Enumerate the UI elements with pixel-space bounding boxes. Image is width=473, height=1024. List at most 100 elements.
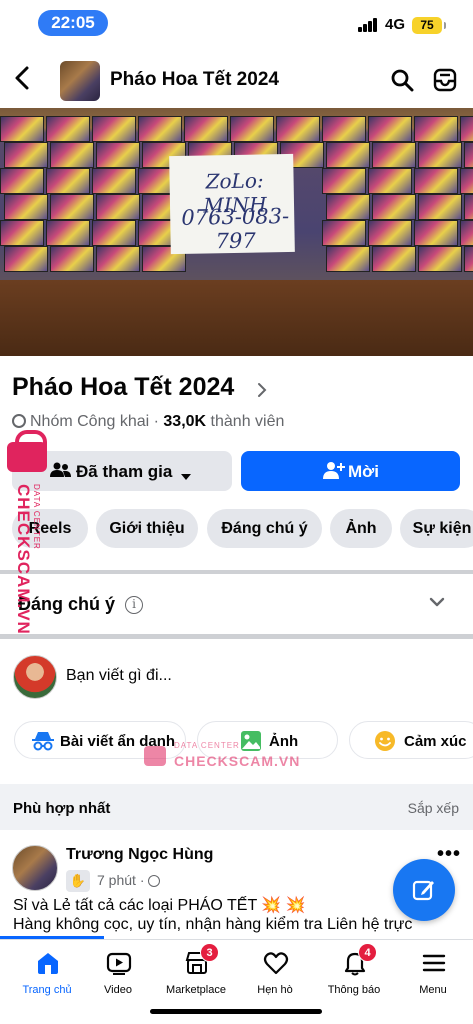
firework-box — [46, 116, 90, 142]
firework-box — [92, 168, 136, 194]
video-icon — [106, 952, 132, 975]
anonymous-post-chip[interactable]: Bài viết ẩn danh — [14, 721, 186, 759]
section-divider — [0, 570, 473, 574]
firework-box — [418, 246, 462, 272]
firework-box — [322, 168, 366, 194]
info-icon[interactable]: i — [125, 596, 143, 614]
more-options-icon[interactable]: ••• — [437, 843, 461, 866]
firework-box — [46, 168, 90, 194]
member-count[interactable]: 33,0K — [163, 413, 206, 430]
firework-box — [96, 246, 140, 272]
feeling-label: Cảm xúc — [404, 733, 467, 750]
firework-box — [368, 168, 412, 194]
firework-box — [50, 194, 94, 220]
group-tabs: Reels Giới thiệu Đáng chú ý Ảnh Sự kiện — [12, 509, 473, 549]
caret-down-icon — [180, 466, 192, 486]
group-members-icon — [50, 462, 72, 483]
firework-box — [96, 194, 140, 220]
incognito-icon — [31, 731, 55, 755]
invite-label: Mời — [348, 462, 379, 481]
firework-box — [50, 246, 94, 272]
sort-button[interactable]: Sắp xếp — [408, 800, 459, 816]
invite-button[interactable]: Mời — [241, 451, 460, 491]
status-time: 22:05 — [38, 10, 108, 36]
home-indicator — [150, 1009, 322, 1014]
header-title[interactable]: Pháo Hoa Tết 2024 — [110, 69, 279, 91]
home-icon — [38, 953, 58, 974]
post-text-line: Sỉ và Lẻ tất cả các loại PHÁO TẾT 💥 💥 — [13, 897, 306, 914]
cover-photo[interactable]: ZoLo: MINH 0763-083-797 — [0, 108, 473, 356]
group-header: Pháo Hoa Tết 2024 — [0, 52, 473, 108]
firework-box — [460, 168, 473, 194]
firework-box — [372, 194, 416, 220]
group-meta: Nhóm Công khai · 33,0K thành viên — [12, 413, 284, 431]
post-time[interactable]: 7 phút — [97, 872, 136, 888]
pencil-icon — [412, 880, 434, 901]
firework-box — [414, 116, 458, 142]
post-text-line: Hàng không cọc, uy tín, nhận hàng kiểm t… — [13, 916, 413, 933]
sign-line-2: 0763-083-797 — [181, 204, 290, 254]
firework-box — [368, 220, 412, 246]
firework-box — [372, 246, 416, 272]
nav-menu-label: Menu — [419, 984, 447, 996]
firework-box — [414, 168, 458, 194]
compose-post-button[interactable] — [393, 859, 455, 921]
firework-box — [0, 168, 44, 194]
firework-box — [0, 116, 44, 142]
joined-label: Đã tham gia — [76, 462, 173, 481]
firework-box — [4, 142, 48, 168]
featured-title: Đáng chú ý — [18, 594, 116, 614]
firework-box — [96, 142, 140, 168]
tab-photos[interactable]: Ảnh — [330, 509, 392, 548]
firework-box — [276, 116, 320, 142]
firework-box — [46, 220, 90, 246]
firework-box — [368, 116, 412, 142]
firework-box — [326, 246, 370, 272]
firework-box — [460, 220, 473, 246]
firework-box — [4, 194, 48, 220]
smiley-icon — [374, 730, 396, 756]
feeling-chip[interactable]: Cảm xúc — [349, 721, 473, 759]
group-thumbnail[interactable] — [60, 61, 100, 101]
table-surface — [0, 280, 473, 356]
group-name[interactable]: Pháo Hoa Tết 2024 — [12, 373, 234, 402]
status-bar: 22:05 4G 75 — [0, 0, 473, 46]
firework-box — [138, 116, 182, 142]
signal-icon — [358, 18, 380, 32]
post-author-name[interactable]: Trương Ngọc Hùng — [66, 846, 213, 864]
chevron-right-icon[interactable] — [257, 378, 267, 404]
tab-about[interactable]: Giới thiệu — [96, 509, 198, 548]
firework-box — [414, 220, 458, 246]
tab-featured[interactable]: Đáng chú ý — [207, 509, 322, 548]
globe-icon — [12, 414, 26, 428]
firework-box — [50, 142, 94, 168]
heart-icon — [263, 952, 289, 975]
marketplace-badge: 3 — [200, 943, 219, 962]
sort-bar: Phù hợp nhất Sắp xếp — [0, 784, 473, 830]
joined-button[interactable]: Đã tham gia — [12, 451, 232, 491]
firework-box — [418, 194, 462, 220]
network-label: 4G — [385, 16, 406, 33]
nav-menu[interactable]: Menu — [386, 940, 473, 1000]
firework-box — [326, 194, 370, 220]
firework-box — [326, 142, 370, 168]
back-arrow-icon[interactable] — [14, 65, 30, 96]
tab-events[interactable]: Sự kiện — [400, 509, 473, 548]
firework-box — [460, 116, 473, 142]
post-meta: 7 phút · — [97, 872, 164, 888]
search-icon[interactable] — [390, 68, 414, 92]
notifications-badge: 4 — [358, 943, 377, 962]
user-avatar[interactable] — [13, 655, 57, 699]
privacy-label: Nhóm Công khai — [30, 413, 150, 430]
inbox-icon[interactable] — [432, 67, 458, 93]
composer-input[interactable]: Bạn viết gì đi... — [66, 667, 172, 685]
tab-reels[interactable]: Reels — [12, 509, 88, 548]
chevron-down-icon[interactable] — [428, 593, 446, 611]
battery-icon: 75 — [412, 17, 446, 34]
firework-box — [0, 220, 44, 246]
hand-wave-icon: ✋ — [66, 870, 90, 892]
photo-chip[interactable]: Ảnh — [197, 721, 338, 759]
firework-box — [230, 116, 274, 142]
post-author-avatar[interactable] — [12, 845, 58, 891]
firework-box — [464, 246, 473, 272]
